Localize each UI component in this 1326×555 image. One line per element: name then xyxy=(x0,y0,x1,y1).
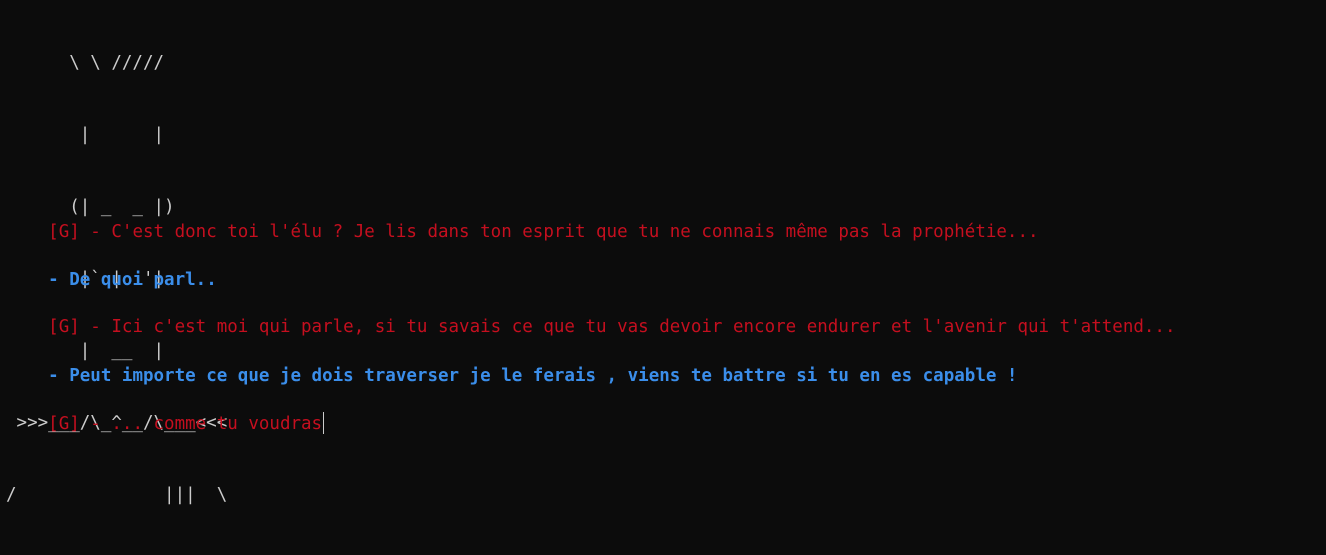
dialogue-text: - Peut importe ce que je dois traverser … xyxy=(48,366,1018,386)
ascii-line: | | xyxy=(6,125,165,145)
ascii-line: \ \ ///// xyxy=(6,53,165,73)
text-cursor xyxy=(323,412,325,434)
dialogue-text: [G] - Ici c'est moi qui parle, si tu sav… xyxy=(48,317,1176,337)
dialogue-text: - De quoi parl.. xyxy=(48,270,217,290)
terminal-window[interactable]: \ \ ///// | | (| _ _ |) |` | '| | __ | >… xyxy=(0,0,1326,505)
ascii-line: / ||| \ xyxy=(6,485,228,505)
dialogue-text: [G] - ... comme tu voudras xyxy=(48,414,323,434)
dialogue-line-g: [G] - ... comme tu voudras xyxy=(6,388,325,460)
dialogue-text: [G] - C'est donc toi l'élu ? Je lis dans… xyxy=(48,222,1039,242)
